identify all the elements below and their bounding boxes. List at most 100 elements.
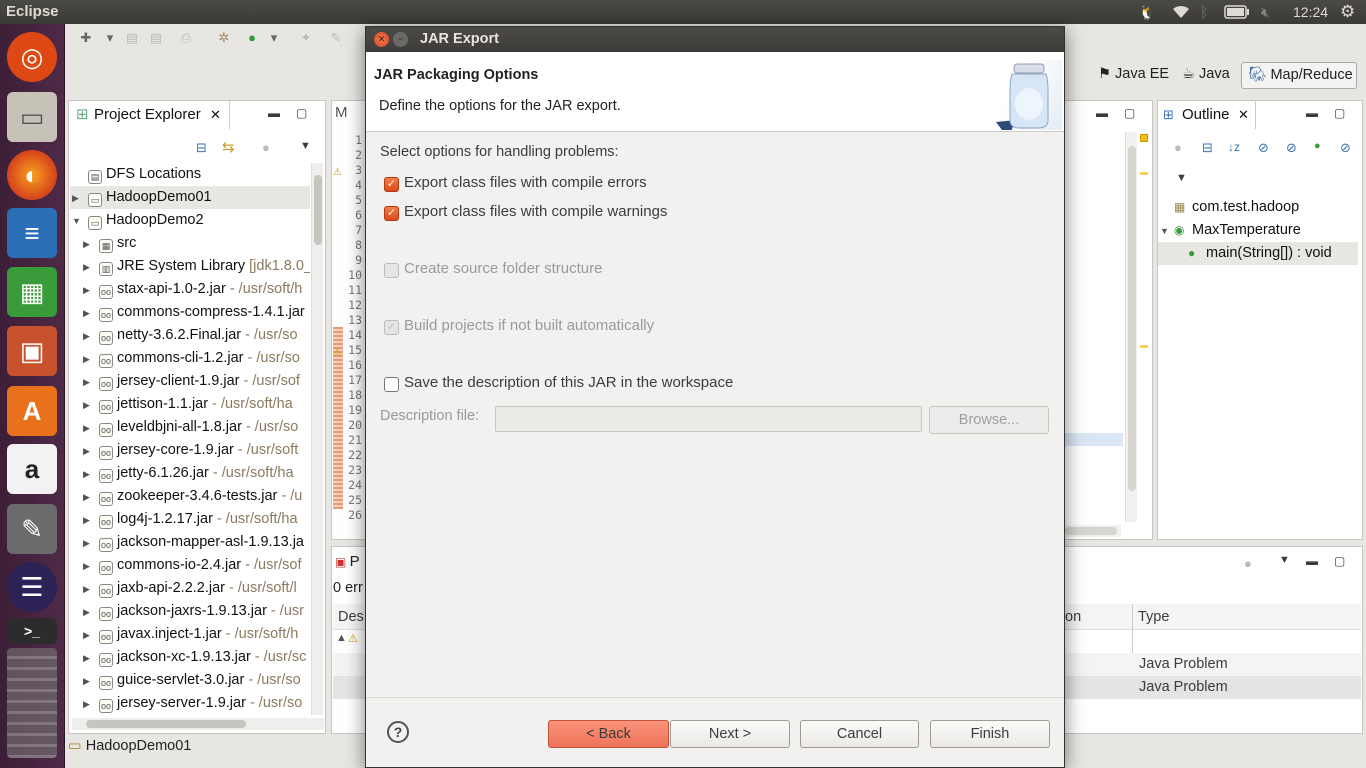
editor-tab[interactable]: M xyxy=(335,104,348,121)
chevron-right-icon[interactable]: ▶ xyxy=(83,624,93,647)
tree-horizontal-scrollbar[interactable] xyxy=(72,718,324,730)
save-all-icon[interactable]: ▤ xyxy=(148,30,164,46)
problems-view-menu-icon[interactable]: ▼ xyxy=(1279,554,1290,566)
tree-item[interactable]: ▼ ▭ HadoopDemo2 xyxy=(70,209,310,232)
perspective-mapreduce[interactable]: 🐘︎ Map/Reduce xyxy=(1241,62,1357,89)
perspective-java[interactable]: ☕ Java xyxy=(1182,66,1230,82)
tree-item[interactable]: ▶ oo stax-api-1.0-2.jar - /usr/soft/h xyxy=(70,278,310,301)
hide-static-icon[interactable]: ⊘ xyxy=(1286,140,1297,156)
tree-item[interactable]: ▶ oo jaxb-api-2.2.2.jar - /usr/soft/l xyxy=(70,577,310,600)
files-icon[interactable]: ▭ xyxy=(7,92,57,142)
tree-item[interactable]: ▶ oo zookeeper-3.4.6-tests.jar - /u xyxy=(70,485,310,508)
outline-item[interactable]: ● main(String[]) : void xyxy=(1158,242,1358,265)
col-type[interactable]: Type xyxy=(1138,609,1169,625)
tree-item[interactable]: ▶ ▥ JRE System Library [jdk1.8.0_ xyxy=(70,255,310,278)
debug-icon[interactable]: ✲ xyxy=(216,30,232,46)
tree-item[interactable]: ▶ oo commons-io-2.4.jar - /usr/sof xyxy=(70,554,310,577)
export-warnings-label[interactable]: Export class files with compile warnings xyxy=(404,203,667,220)
tree-item[interactable]: ▶ oo log4j-1.2.17.jar - /usr/soft/ha xyxy=(70,508,310,531)
external-tools-icon[interactable]: ✦ xyxy=(298,30,314,46)
firefox-icon[interactable]: ◐ xyxy=(7,150,57,200)
browse-button[interactable]: Browse... xyxy=(929,406,1049,434)
chevron-right-icon[interactable]: ▶ xyxy=(83,256,93,279)
chevron-down-icon[interactable]: ▼ xyxy=(1160,220,1170,243)
focus-icon[interactable]: ● xyxy=(262,140,270,155)
chevron-right-icon[interactable]: ▶ xyxy=(83,532,93,555)
editor-maximize-icon[interactable]: ▢ xyxy=(1124,106,1135,120)
cancel-button[interactable]: Cancel xyxy=(800,720,919,748)
gear-icon[interactable]: ⚙ xyxy=(1340,2,1355,22)
wifi-icon[interactable] xyxy=(1170,2,1192,22)
settings-icon[interactable]: ✎ xyxy=(7,504,57,554)
tree-item[interactable]: ▶ ▦ src xyxy=(70,232,310,255)
tree-item[interactable]: ▶ oo jackson-jaxrs-1.9.13.jar - /usr xyxy=(70,600,310,623)
outline-item[interactable]: ▼ ◉ MaxTemperature xyxy=(1158,219,1358,242)
save-description-label[interactable]: Save the description of this JAR in the … xyxy=(404,374,733,391)
editor-hscroll[interactable] xyxy=(1065,525,1121,537)
tree-item[interactable]: ▶ oo netty-3.6.2.Final.jar - /usr/so xyxy=(70,324,310,347)
new-icon[interactable]: ✚ xyxy=(78,30,94,46)
view-menu-icon[interactable]: ▼ xyxy=(300,140,311,152)
export-errors-checkbox[interactable]: ✓ xyxy=(384,177,399,192)
col-description[interactable]: Des xyxy=(338,609,364,625)
battery-icon[interactable] xyxy=(1224,2,1250,22)
minimize-icon[interactable]: ▬ xyxy=(268,106,280,120)
chevron-right-icon[interactable]: ▶ xyxy=(83,601,93,624)
new-dropdown-icon[interactable]: ▾ xyxy=(102,30,118,46)
outline-item[interactable]: ▦ com.test.hadoop xyxy=(1158,196,1358,219)
run-icon[interactable]: ● xyxy=(244,30,260,46)
ubuntu-icon[interactable]: ◎ xyxy=(7,32,57,82)
chevron-right-icon[interactable]: ▶ xyxy=(83,647,93,670)
terminal-icon[interactable]: >_ xyxy=(7,618,57,644)
writer-icon[interactable]: ≡ xyxy=(7,208,57,258)
focus-icon[interactable]: ● xyxy=(1174,140,1182,155)
chevron-right-icon[interactable]: ▶ xyxy=(83,279,93,302)
chevron-right-icon[interactable]: ▶ xyxy=(83,371,93,394)
tree-item[interactable]: ▶ oo jettison-1.1.jar - /usr/soft/ha xyxy=(70,393,310,416)
hide-local-types-icon[interactable]: ⊘ xyxy=(1340,140,1351,156)
save-description-checkbox[interactable] xyxy=(384,377,399,392)
eclipse-icon[interactable]: ☰ xyxy=(7,562,57,612)
run-dropdown-icon[interactable]: ▾ xyxy=(266,30,282,46)
overview-marker[interactable] xyxy=(1140,172,1148,175)
tree-item[interactable]: ▶ oo commons-compress-1.4.1.jar xyxy=(70,301,310,324)
chevron-right-icon[interactable]: ▶ xyxy=(83,348,93,371)
close-icon[interactable]: ✕ xyxy=(210,101,221,129)
chevron-right-icon[interactable]: ▶ xyxy=(83,417,93,440)
chevron-right-icon[interactable]: ▶ xyxy=(83,233,93,256)
volume-muted-icon[interactable]: 🔇︎ xyxy=(1261,2,1270,22)
close-icon[interactable]: ✕ xyxy=(374,32,389,47)
scroll-thumb[interactable] xyxy=(314,175,322,245)
source-folder-checkbox[interactable] xyxy=(384,263,399,278)
link-with-editor-icon[interactable]: ⇆ xyxy=(222,138,235,156)
print-icon[interactable]: ⎙ xyxy=(178,30,194,46)
clock[interactable]: 12:24 xyxy=(1293,2,1328,22)
tree-vertical-scrollbar[interactable] xyxy=(311,163,323,715)
tree-item[interactable]: ▶ ▭ HadoopDemo01 xyxy=(70,186,310,209)
bluetooth-icon[interactable]: ᛒ xyxy=(1200,2,1208,22)
tree-item[interactable]: ▶ oo jetty-6.1.26.jar - /usr/soft/ha xyxy=(70,462,310,485)
tab-outline[interactable]: ⊞ Outline ✕ xyxy=(1158,101,1256,129)
tree-item[interactable]: ▶ oo jersey-server-1.9.jar - /usr/so xyxy=(70,692,310,715)
problems-minimize-icon[interactable]: ▬ xyxy=(1306,554,1318,568)
overview-warning-icon[interactable] xyxy=(1140,134,1148,142)
chevron-right-icon[interactable]: ▶ xyxy=(83,302,93,325)
tree-item[interactable]: ▶ oo leveldbjni-all-1.8.jar - /usr/so xyxy=(70,416,310,439)
help-icon[interactable]: ? xyxy=(387,721,409,743)
problems-maximize-icon[interactable]: ▢ xyxy=(1334,554,1345,568)
chevron-right-icon[interactable]: ▶ xyxy=(83,325,93,348)
editor-vertical-scrollbar[interactable] xyxy=(1125,132,1137,522)
chevron-right-icon[interactable]: ▶ xyxy=(83,509,93,532)
tree-item[interactable]: ▶ oo commons-cli-1.2.jar - /usr/so xyxy=(70,347,310,370)
focus-icon[interactable]: ● xyxy=(1244,556,1252,571)
save-icon[interactable]: ▤ xyxy=(124,30,140,46)
tab-problems[interactable]: ▣ P xyxy=(335,553,360,570)
collapse-all-icon[interactable]: ⊟ xyxy=(196,140,207,156)
tree-item[interactable]: ▤ DFS Locations xyxy=(70,163,310,186)
problems-group-arrow[interactable]: ▲ xyxy=(336,632,347,644)
tree-item[interactable]: ▶ oo jersey-client-1.9.jar - /usr/sof xyxy=(70,370,310,393)
hide-nonpublic-icon[interactable]: ● xyxy=(1314,140,1321,152)
maximize-icon[interactable]: ▢ xyxy=(296,106,307,120)
hscroll-thumb[interactable] xyxy=(86,720,246,728)
chevron-right-icon[interactable]: ▶ xyxy=(83,463,93,486)
